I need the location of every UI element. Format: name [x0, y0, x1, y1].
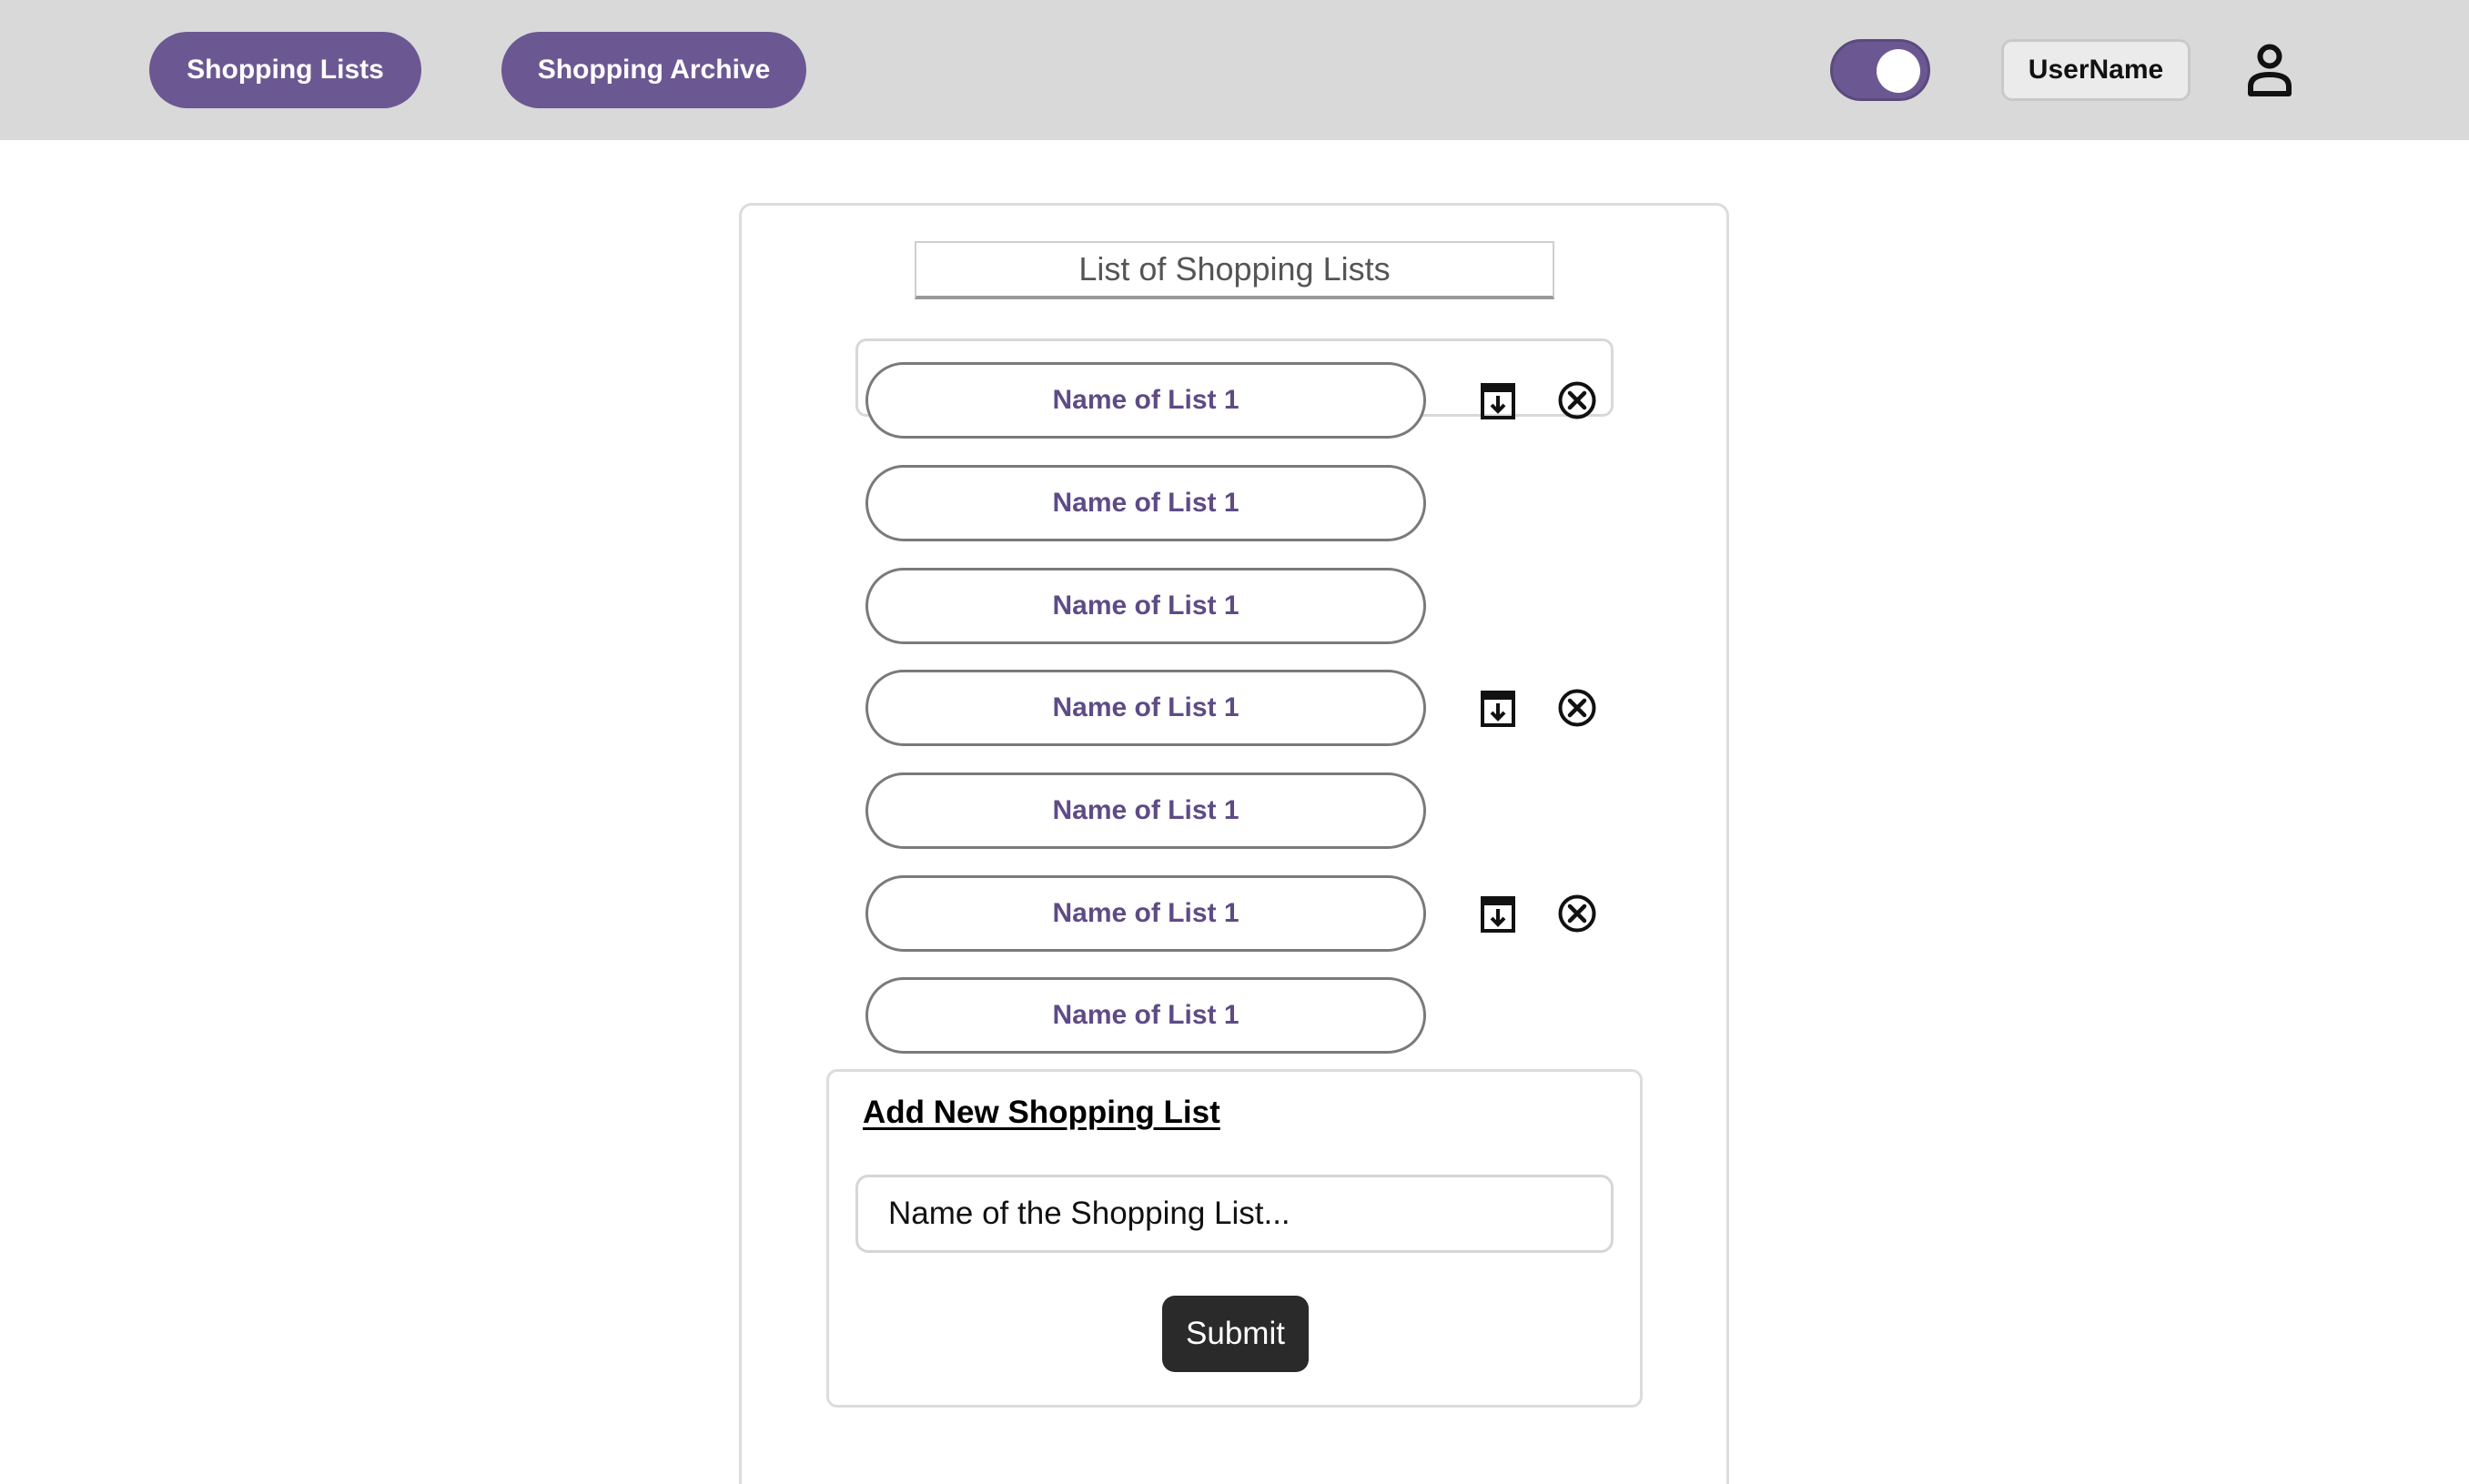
add-list-title: Add New Shopping List: [863, 1095, 1220, 1130]
nav-shopping-archive-button[interactable]: Shopping Archive: [501, 32, 806, 108]
archive-icon[interactable]: [1478, 380, 1518, 420]
close-circle-icon[interactable]: [1557, 893, 1597, 934]
toggle-knob: [1877, 49, 1920, 93]
list-item-3[interactable]: Name of List 1: [865, 568, 1426, 644]
close-circle-icon[interactable]: [1557, 380, 1597, 420]
submit-button[interactable]: Submit: [1162, 1296, 1309, 1372]
nav-shopping-lists-button[interactable]: Shopping Lists: [149, 32, 421, 108]
theme-toggle[interactable]: [1830, 39, 1930, 101]
top-navigation-bar: Shopping Lists Shopping Archive UserName: [0, 0, 2469, 140]
list-item-5[interactable]: Name of List 1: [865, 772, 1426, 849]
list-item-7[interactable]: Name of List 1: [865, 977, 1426, 1054]
archive-icon[interactable]: [1478, 893, 1518, 934]
user-icon[interactable]: [2245, 43, 2294, 97]
page-title: List of Shopping Lists: [915, 241, 1554, 299]
list-item-1[interactable]: Name of List 1: [865, 362, 1426, 439]
list-item-4[interactable]: Name of List 1: [865, 670, 1426, 746]
list-name-input[interactable]: [855, 1175, 1614, 1253]
list-item-6[interactable]: Name of List 1: [865, 875, 1426, 952]
archive-icon[interactable]: [1478, 688, 1518, 728]
username-button[interactable]: UserName: [2001, 39, 2191, 101]
list-item-2[interactable]: Name of List 1: [865, 465, 1426, 541]
close-circle-icon[interactable]: [1557, 688, 1597, 728]
